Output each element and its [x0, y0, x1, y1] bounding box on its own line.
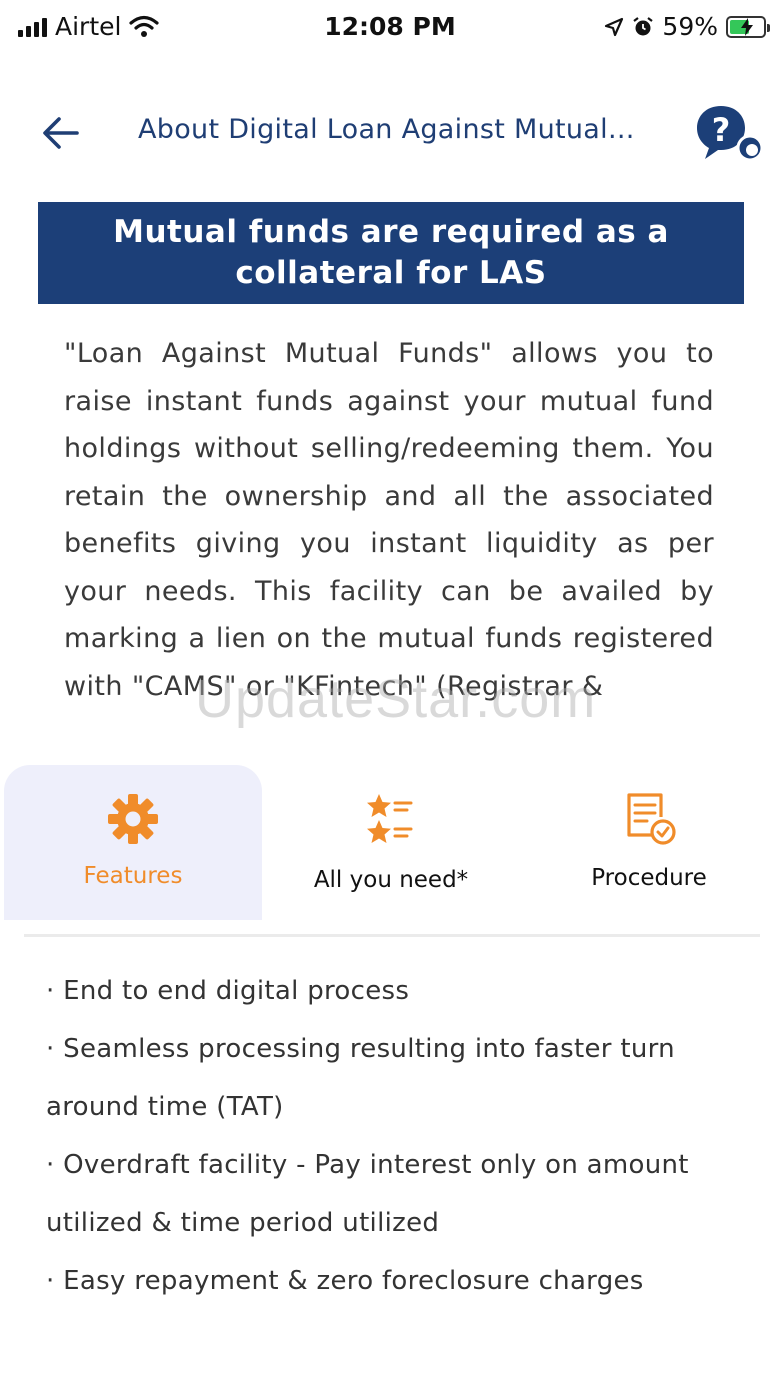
list-item: Easy repayment & zero foreclosure charge…	[46, 1252, 756, 1310]
tab-all-you-need-label: All you need*	[313, 867, 469, 893]
features-list: End to end digital process Seamless proc…	[46, 962, 756, 1310]
list-item: Overdraft facility - Pay interest only o…	[46, 1136, 756, 1252]
star-list-icon	[367, 794, 413, 843]
location-arrow-icon	[605, 17, 624, 36]
svg-text:?: ?	[712, 111, 731, 149]
help-chat-icon: ?	[697, 106, 764, 162]
list-item: End to end digital process	[46, 962, 756, 1020]
gear-icon	[108, 794, 158, 844]
list-item: Seamless processing resulting into faste…	[46, 1020, 756, 1136]
tab-procedure-label: Procedure	[591, 865, 707, 891]
help-button[interactable]: ?	[694, 104, 766, 164]
document-check-icon	[627, 793, 676, 845]
status-bar: Airtel 12:08 PM 59%	[0, 0, 780, 58]
tab-features-label: Features	[83, 863, 183, 889]
status-right: 59%	[604, 12, 770, 41]
tabs-divider	[24, 934, 760, 937]
battery-icon	[726, 15, 770, 38]
tab-features[interactable]: Features	[4, 765, 262, 920]
battery-percent: 59%	[662, 12, 718, 41]
info-tabs: Features All you need* Procedure	[0, 765, 780, 921]
alarm-icon	[633, 16, 654, 35]
banner-line-2: collateral for LAS	[235, 255, 547, 291]
back-button[interactable]	[38, 110, 84, 156]
page-title: About Digital Loan Against Mutual...	[138, 114, 635, 145]
banner-line-1: Mutual funds are required as a	[113, 214, 669, 250]
page-header: About Digital Loan Against Mutual... ?	[0, 100, 780, 164]
collateral-banner: Mutual funds are required as a collatera…	[38, 202, 744, 304]
description-text: "Loan Against Mutual Funds" allows you t…	[64, 338, 714, 702]
tab-all-you-need[interactable]: All you need*	[262, 765, 520, 920]
tab-procedure[interactable]: Procedure	[520, 765, 778, 920]
arrow-left-icon	[43, 117, 79, 149]
charging-bolt-icon	[741, 17, 753, 36]
